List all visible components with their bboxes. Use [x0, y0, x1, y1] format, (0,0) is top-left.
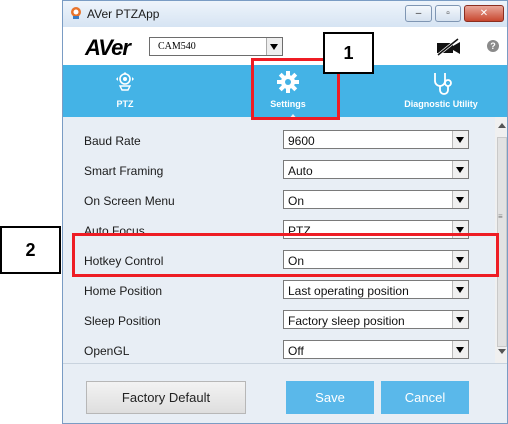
setting-label: On Screen Menu [84, 194, 175, 208]
tab-label: PTZ [116, 99, 134, 109]
hotkey-highlight-box [72, 233, 499, 277]
home-position-select[interactable]: Last operating position [283, 280, 469, 299]
setting-value: Auto [288, 164, 313, 178]
tab-label: Diagnostic Utility [404, 99, 478, 109]
save-button[interactable]: Save [286, 381, 374, 414]
camera-select[interactable]: CAM540 [149, 37, 283, 56]
callout-number-1: 1 [323, 32, 374, 74]
maximize-icon: ▫ [446, 8, 450, 19]
app-icon [71, 7, 81, 19]
sleep-position-select[interactable]: Factory sleep position [283, 310, 469, 329]
minimize-icon: – [415, 8, 422, 19]
aver-logo: AVer [85, 35, 131, 60]
tab-ptz[interactable]: PTZ [105, 65, 145, 117]
footer: Factory Default Save Cancel [63, 363, 507, 423]
minimize-button[interactable]: – [405, 5, 432, 22]
chevron-down-icon [452, 131, 468, 148]
callout-number-2: 2 [0, 226, 61, 274]
chevron-down-icon [452, 341, 468, 358]
help-icon[interactable]: ? [487, 40, 499, 52]
scroll-grip-icon: ≡ [498, 212, 503, 221]
setting-value: On [288, 194, 305, 208]
setting-label: Home Position [84, 284, 163, 298]
camera-select-value: CAM540 [158, 41, 196, 52]
window-title: AVer PTZApp [87, 7, 160, 21]
ptz-icon [116, 72, 134, 91]
setting-label: Smart Framing [84, 164, 164, 178]
chevron-down-icon [452, 281, 468, 298]
chevron-down-icon [452, 191, 468, 208]
scroll-up-icon[interactable] [498, 123, 506, 128]
setting-value: Last operating position [288, 284, 409, 298]
tab-diagnostic-utility[interactable]: Diagnostic Utility [397, 65, 485, 117]
cancel-button[interactable]: Cancel [381, 381, 469, 414]
stethoscope-icon [434, 73, 452, 95]
chevron-down-icon [266, 38, 282, 55]
baud-rate-select[interactable]: 9600 [283, 130, 469, 149]
close-button[interactable]: ✕ [464, 5, 504, 22]
setting-label: Baud Rate [84, 134, 141, 148]
maximize-button[interactable]: ▫ [435, 5, 461, 22]
on-screen-menu-select[interactable]: On [283, 190, 469, 209]
setting-value: 9600 [288, 134, 315, 148]
close-icon: ✕ [479, 8, 489, 19]
setting-value: Off [288, 344, 304, 358]
scroll-down-icon[interactable] [498, 349, 506, 354]
chevron-down-icon [452, 311, 468, 328]
opengl-select[interactable]: Off [283, 340, 469, 359]
chevron-down-icon [452, 161, 468, 178]
setting-label: Sleep Position [84, 314, 161, 328]
setting-value: Factory sleep position [288, 314, 405, 328]
smart-framing-select[interactable]: Auto [283, 160, 469, 179]
factory-default-button[interactable]: Factory Default [86, 381, 246, 414]
title-bar: AVer PTZApp – ▫ ✕ [63, 1, 507, 27]
camera-off-icon[interactable] [435, 38, 461, 56]
setting-label: OpenGL [84, 344, 130, 358]
